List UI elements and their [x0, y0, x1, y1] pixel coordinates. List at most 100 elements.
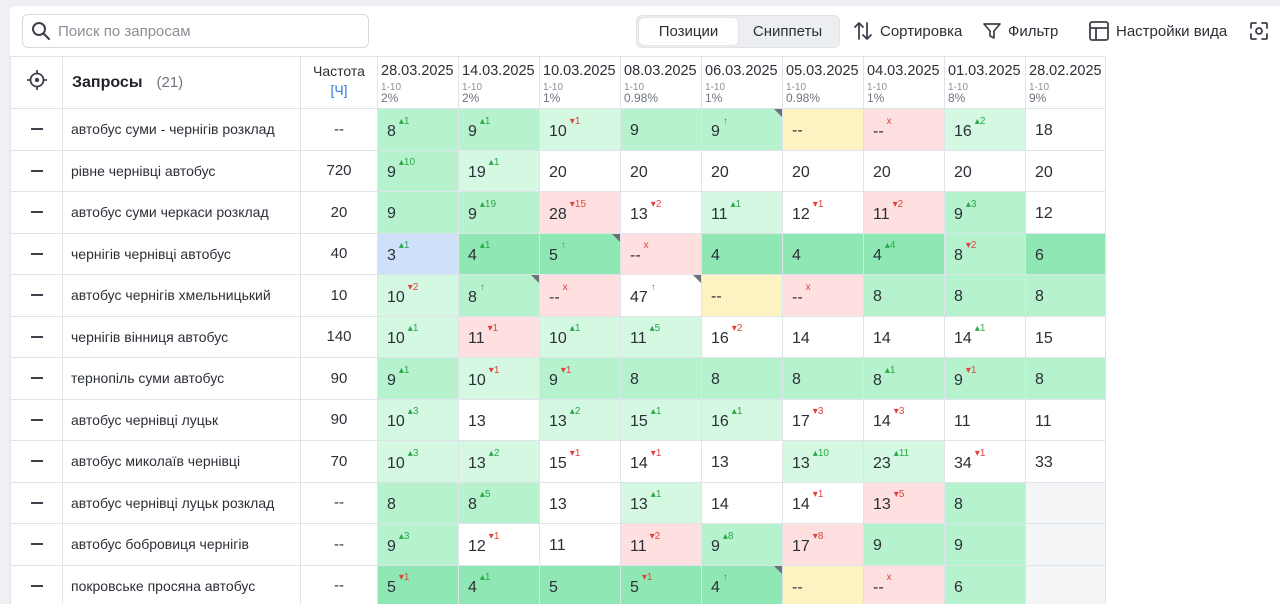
- position-cell[interactable]: 5: [539, 564, 621, 604]
- position-cell[interactable]: 9▴3: [944, 191, 1026, 234]
- position-cell[interactable]: 12▾1: [458, 523, 540, 566]
- query-text[interactable]: автобус суми - чернігів розклад: [62, 108, 301, 151]
- table-row[interactable]: автобус чернігів хмельницький 10 10▾2 8↑ --x…: [10, 274, 1106, 317]
- position-cell[interactable]: 8▴1: [377, 108, 459, 151]
- position-cell[interactable]: 20: [539, 149, 621, 192]
- position-cell[interactable]: 18: [1025, 108, 1106, 151]
- table-row[interactable]: автобус чернівці луцьк розклад -- 8 8▴5 13 13…: [10, 481, 1106, 524]
- date-column-header[interactable]: 01.03.2025 1-10 8%: [944, 56, 1026, 109]
- query-text[interactable]: автобус миколаїв чернівці: [62, 440, 301, 483]
- tab-snippets[interactable]: Сниппеты: [738, 18, 837, 45]
- row-collapse-toggle[interactable]: [10, 108, 63, 151]
- date-column-header[interactable]: 08.03.2025 1-10 0.98%: [620, 56, 702, 109]
- position-cell[interactable]: 34▾1: [944, 440, 1026, 483]
- position-cell[interactable]: 6: [944, 564, 1026, 604]
- position-cell[interactable]: 11▴5: [620, 315, 702, 358]
- position-cell[interactable]: 8▴5: [458, 481, 540, 524]
- row-collapse-toggle[interactable]: [10, 357, 63, 400]
- position-cell[interactable]: 9▾1: [539, 357, 621, 400]
- position-cell[interactable]: 20: [1025, 149, 1106, 192]
- row-collapse-toggle[interactable]: [10, 274, 63, 317]
- position-cell[interactable]: 14▴1: [944, 315, 1026, 358]
- position-cell[interactable]: --: [782, 564, 864, 604]
- position-cell[interactable]: 4▴4: [863, 232, 945, 275]
- position-cell[interactable]: 9: [620, 108, 702, 151]
- view-settings-button[interactable]: Настройки вида: [1088, 18, 1227, 44]
- position-cell[interactable]: 9▴10: [377, 149, 459, 192]
- position-cell[interactable]: 20: [782, 149, 864, 192]
- position-cell[interactable]: 14▾1: [620, 440, 702, 483]
- position-cell[interactable]: 6: [1025, 232, 1106, 275]
- position-cell[interactable]: 14: [701, 481, 783, 524]
- position-cell[interactable]: --x: [863, 108, 945, 151]
- position-cell[interactable]: 17▾3: [782, 398, 864, 441]
- position-cell[interactable]: [1025, 564, 1106, 604]
- position-cell[interactable]: 17▾8: [782, 523, 864, 566]
- frequency-mode-link[interactable]: [Ч]: [302, 82, 377, 98]
- position-cell[interactable]: 13▾5: [863, 481, 945, 524]
- position-cell[interactable]: 14▾3: [863, 398, 945, 441]
- position-cell[interactable]: 8: [782, 357, 864, 400]
- query-text[interactable]: тернопіль суми автобус: [62, 357, 301, 400]
- position-cell[interactable]: 10▾2: [377, 274, 459, 317]
- query-text[interactable]: автобус бобровиця чернігів: [62, 523, 301, 566]
- position-cell[interactable]: [1025, 481, 1106, 524]
- row-collapse-toggle[interactable]: [10, 564, 63, 604]
- position-cell[interactable]: 9▴8: [701, 523, 783, 566]
- position-cell[interactable]: [1025, 523, 1106, 566]
- position-cell[interactable]: 14▾1: [782, 481, 864, 524]
- table-row[interactable]: чернігів чернівці автобус 40 3▴1 4▴1 5↑ --x 4 4…: [10, 232, 1106, 275]
- search-box[interactable]: [22, 14, 369, 48]
- position-cell[interactable]: 14: [863, 315, 945, 358]
- query-text[interactable]: автобус суми черкаси розклад: [62, 191, 301, 234]
- row-collapse-toggle[interactable]: [10, 481, 63, 524]
- query-text[interactable]: покровське просяна автобус: [62, 564, 301, 604]
- table-row[interactable]: автобус суми черкаси розклад 20 9 9▴19 28▾15…: [10, 191, 1106, 234]
- query-text[interactable]: автобус чернігів хмельницький: [62, 274, 301, 317]
- position-cell[interactable]: 9▾1: [944, 357, 1026, 400]
- table-row[interactable]: чернігів вінниця автобус 140 10▴1 11▾1 10▴1 1…: [10, 315, 1106, 358]
- frequency-column-header[interactable]: Частота [Ч]: [300, 56, 378, 109]
- position-cell[interactable]: 15: [1025, 315, 1106, 358]
- position-cell[interactable]: 4▴1: [458, 232, 540, 275]
- position-cell[interactable]: 13: [539, 481, 621, 524]
- date-column-header[interactable]: 04.03.2025 1-10 1%: [863, 56, 945, 109]
- position-cell[interactable]: 33: [1025, 440, 1106, 483]
- position-cell[interactable]: 8↑: [458, 274, 540, 317]
- position-cell[interactable]: 13▴2: [539, 398, 621, 441]
- query-text[interactable]: автобус чернівці луцьк: [62, 398, 301, 441]
- position-cell[interactable]: 8: [944, 274, 1026, 317]
- sort-button[interactable]: Сортировка: [852, 18, 962, 44]
- position-cell[interactable]: 8: [863, 274, 945, 317]
- table-row[interactable]: автобус суми - чернігів розклад -- 8▴1 9▴1 1…: [10, 108, 1106, 151]
- position-cell[interactable]: 11▾1: [458, 315, 540, 358]
- position-cell[interactable]: 5↑: [539, 232, 621, 275]
- table-row[interactable]: тернопіль суми автобус 90 9▴1 10▾1 9▾1 8 8 8 8▴1…: [10, 357, 1106, 400]
- position-cell[interactable]: 8: [701, 357, 783, 400]
- position-cell[interactable]: 20: [863, 149, 945, 192]
- position-cell[interactable]: 4: [782, 232, 864, 275]
- position-cell[interactable]: 10▾1: [539, 108, 621, 151]
- position-cell[interactable]: --x: [782, 274, 864, 317]
- search-input[interactable]: [58, 22, 348, 40]
- query-text[interactable]: рівне чернівці автобус: [62, 149, 301, 192]
- date-column-header[interactable]: 05.03.2025 1-10 0.98%: [782, 56, 864, 109]
- position-cell[interactable]: 4▴1: [458, 564, 540, 604]
- position-cell[interactable]: 20: [620, 149, 702, 192]
- table-row[interactable]: автобус чернівці луцьк 90 10▴3 13 13▴2 15▴1 16…: [10, 398, 1106, 441]
- table-row[interactable]: рівне чернівці автобус 720 9▴10 19▴1 20 20 20 2…: [10, 149, 1106, 192]
- date-column-header[interactable]: 10.03.2025 1-10 1%: [539, 56, 621, 109]
- position-cell[interactable]: 10▾1: [458, 357, 540, 400]
- position-cell[interactable]: 9: [863, 523, 945, 566]
- position-cell[interactable]: 20: [701, 149, 783, 192]
- position-cell[interactable]: 13▾2: [620, 191, 702, 234]
- query-text[interactable]: чернігів чернівці автобус: [62, 232, 301, 275]
- position-cell[interactable]: 11: [1025, 398, 1106, 441]
- position-cell[interactable]: 13: [701, 440, 783, 483]
- queries-column-header[interactable]: Запросы (21): [62, 56, 301, 109]
- row-collapse-toggle[interactable]: [10, 149, 63, 192]
- table-row[interactable]: автобус бобровиця чернігів -- 9▴3 12▾1 11 11▾…: [10, 523, 1106, 566]
- position-cell[interactable]: 9: [944, 523, 1026, 566]
- position-cell[interactable]: --x: [620, 232, 702, 275]
- position-cell[interactable]: 16▴1: [701, 398, 783, 441]
